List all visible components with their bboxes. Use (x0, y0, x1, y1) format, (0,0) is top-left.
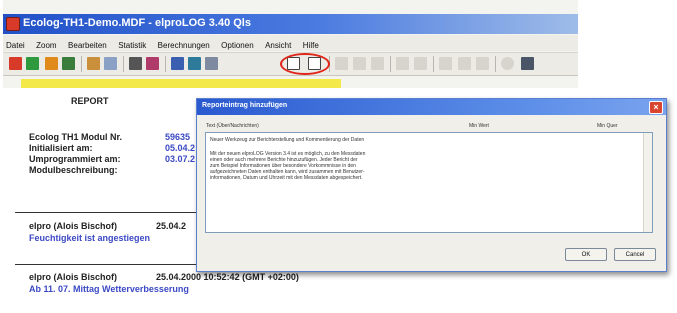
menu-bearbeiten[interactable]: Bearbeiten (65, 38, 111, 50)
entry-datetime: 25.04.2000 10:52:42 (GMT +02:00) (156, 272, 299, 282)
tool-red-icon[interactable] (9, 57, 22, 70)
menu-zoom[interactable]: Zoom (33, 38, 60, 50)
toolbar-separator (433, 56, 434, 72)
chart-icon[interactable] (171, 57, 184, 70)
column-header-min: Min Wert (469, 123, 489, 129)
icon-b[interactable] (353, 57, 366, 70)
report-icon[interactable] (146, 57, 159, 70)
icon-c[interactable] (371, 57, 384, 70)
field-label: Ecolog TH1 Modul Nr. (29, 132, 123, 142)
yellow-highlight-bar (21, 79, 341, 88)
toolbar-separator (495, 56, 496, 72)
menu-hilfe[interactable]: Hilfe (300, 38, 323, 50)
tool-grid-icon[interactable] (62, 57, 75, 70)
icon-j[interactable] (521, 57, 534, 70)
toolbar-separator (390, 56, 391, 72)
window-title: Ecolog-TH1-Demo.MDF - elproLOG 3.40 Qls (23, 17, 251, 29)
menu-datei[interactable]: Datei (3, 38, 29, 50)
title-bar: Ecolog-TH1-Demo.MDF - elproLOG 3.40 Qls (3, 14, 578, 34)
field-value: 05.04.2 (165, 143, 196, 153)
open-icon[interactable] (87, 57, 100, 70)
dialog-title: Reporteintrag hinzufügen (202, 102, 288, 109)
field-label: Modulbeschreibung: (29, 165, 118, 175)
entry-datetime: 25.04.2 (156, 221, 187, 231)
icon-g[interactable] (458, 57, 471, 70)
page-icon[interactable] (205, 57, 218, 70)
toolbar-separator (123, 56, 124, 72)
text-line: informationen, Datum und Uhrzeit mit den… (210, 175, 363, 181)
icon-d[interactable] (396, 57, 409, 70)
close-icon[interactable]: × (649, 101, 663, 114)
icon-a[interactable] (335, 57, 348, 70)
table-icon[interactable] (188, 57, 201, 70)
entry-text: Ab 11. 07. Mittag Wetterverbesserung (29, 284, 189, 294)
column-header-text: Text (Über/Nachrichten) (206, 123, 259, 129)
toolbar-separator (81, 56, 82, 72)
field-label: Initialisiert am: (29, 143, 93, 153)
menu-statistik[interactable]: Statistik (115, 38, 150, 50)
print-icon[interactable] (129, 57, 142, 70)
scrollbar[interactable] (643, 133, 652, 232)
save-icon[interactable] (104, 57, 117, 70)
ok-button[interactable]: OK (565, 248, 607, 261)
column-header-max: Min Quer (597, 123, 618, 129)
add-report-dialog: Reporteintrag hinzufügen × Text (Über/Na… (196, 98, 667, 272)
cancel-button[interactable]: Cancel (614, 248, 656, 261)
report-text-field[interactable]: Neuer Werkzeug zur Berichterstellung und… (205, 132, 653, 233)
field-value: 03.07.2 (165, 154, 196, 164)
entry-text: Feuchtigkeit ist angestiegen (29, 233, 151, 243)
toolbar-separator (165, 56, 166, 72)
icon-f[interactable] (439, 57, 452, 70)
field-value: 59635 (165, 132, 191, 142)
field-label: Umprogrammiert am: (29, 154, 121, 164)
divider (15, 212, 201, 213)
icon-i[interactable] (501, 57, 514, 70)
tool-orange-icon[interactable] (45, 57, 58, 70)
menu-bar: Datei Zoom Bearbeiten Statistik Berechnu… (3, 35, 578, 51)
menu-optionen[interactable]: Optionen (218, 38, 257, 50)
menu-ansicht[interactable]: Ansicht (262, 38, 295, 50)
icon-e[interactable] (414, 57, 427, 70)
dialog-title-bar: Reporteintrag hinzufügen × (197, 99, 666, 115)
text-line: Neuer Werkzeug zur Berichterstellung und… (210, 137, 365, 143)
icon-h[interactable] (476, 57, 489, 70)
tool-green-icon[interactable] (26, 57, 39, 70)
highlight-circle (280, 53, 330, 75)
app-icon (6, 17, 20, 31)
menu-berechnungen[interactable]: Berechnungen (155, 38, 214, 50)
report-heading: REPORT (71, 96, 109, 106)
entry-author: elpro (Alois Bischof) (29, 221, 118, 231)
entry-author: elpro (Alois Bischof) (29, 272, 118, 282)
